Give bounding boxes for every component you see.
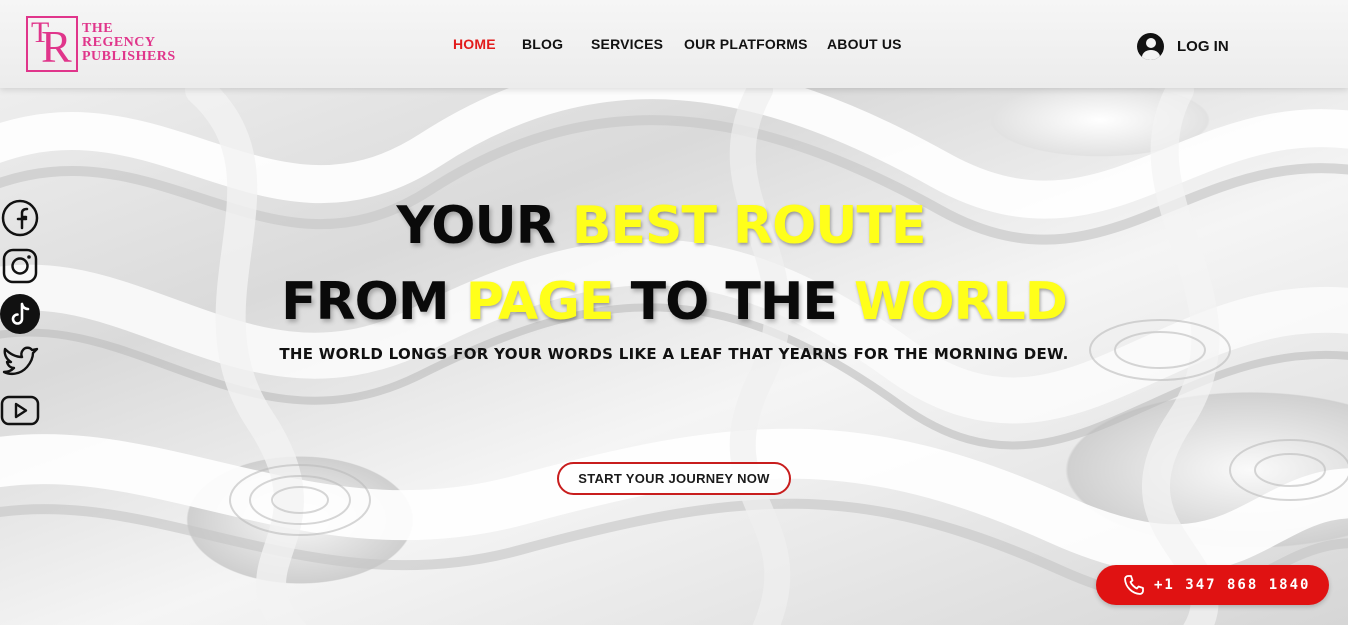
login-button[interactable]: LOG IN (1137, 32, 1229, 60)
twitter-link[interactable] (0, 342, 40, 382)
headline-from: FROM (281, 272, 450, 332)
hero-headline-line-2: FROM PAGE TO THE WORLD (0, 272, 1348, 332)
brand-name-line-1: THE (82, 21, 114, 36)
headline-to-the: TO THE (630, 272, 838, 332)
hero-tagline: THE WORLD LONGS FOR YOUR WORDS LIKE A LE… (279, 345, 1069, 363)
phone-number: +1 347 868 1840 (1154, 577, 1311, 593)
nav-item-blog[interactable]: BLOG (522, 36, 563, 52)
facebook-link[interactable] (0, 198, 40, 238)
brand-name-line-2: REGENCY (82, 35, 156, 50)
user-avatar-icon (1137, 32, 1164, 60)
start-journey-button[interactable]: START YOUR JOURNEY NOW (557, 462, 791, 495)
tiktok-link[interactable] (0, 294, 40, 334)
brand-name: THE REGENCY PUBLISHERS (82, 22, 176, 64)
nav-item-our-platforms[interactable]: OUR PLATFORMS (684, 36, 808, 52)
phone-call-button[interactable]: +1 347 868 1840 (1096, 565, 1329, 605)
logo-mark: T R (26, 16, 78, 72)
youtube-icon (0, 395, 40, 426)
site-header: T R THE REGENCY PUBLISHERS HOME BLOG SER… (0, 0, 1348, 88)
brand-name-line-3: PUBLISHERS (82, 49, 176, 64)
facebook-icon (1, 199, 39, 237)
brand-logo[interactable]: T R THE REGENCY PUBLISHERS (26, 16, 186, 74)
logo-letter-r: R (41, 21, 72, 72)
youtube-link[interactable] (0, 390, 40, 430)
phone-icon (1124, 575, 1144, 595)
headline-page: PAGE (465, 272, 615, 332)
nav-item-about-us[interactable]: ABOUT US (827, 36, 902, 52)
nav-item-home[interactable]: HOME (453, 36, 496, 52)
instagram-link[interactable] (0, 246, 40, 286)
hero-headline-line-1: YOUR BEST ROUTE (0, 196, 1348, 256)
nav-item-services[interactable]: SERVICES (591, 36, 663, 52)
login-label: LOG IN (1177, 37, 1229, 55)
headline-best-route: BEST ROUTE (571, 196, 927, 256)
twitter-icon (2, 346, 39, 376)
headline-world: WORLD (854, 272, 1068, 332)
headline-your: YOUR (396, 196, 555, 256)
tiktok-icon (0, 294, 40, 334)
instagram-icon (2, 248, 38, 284)
